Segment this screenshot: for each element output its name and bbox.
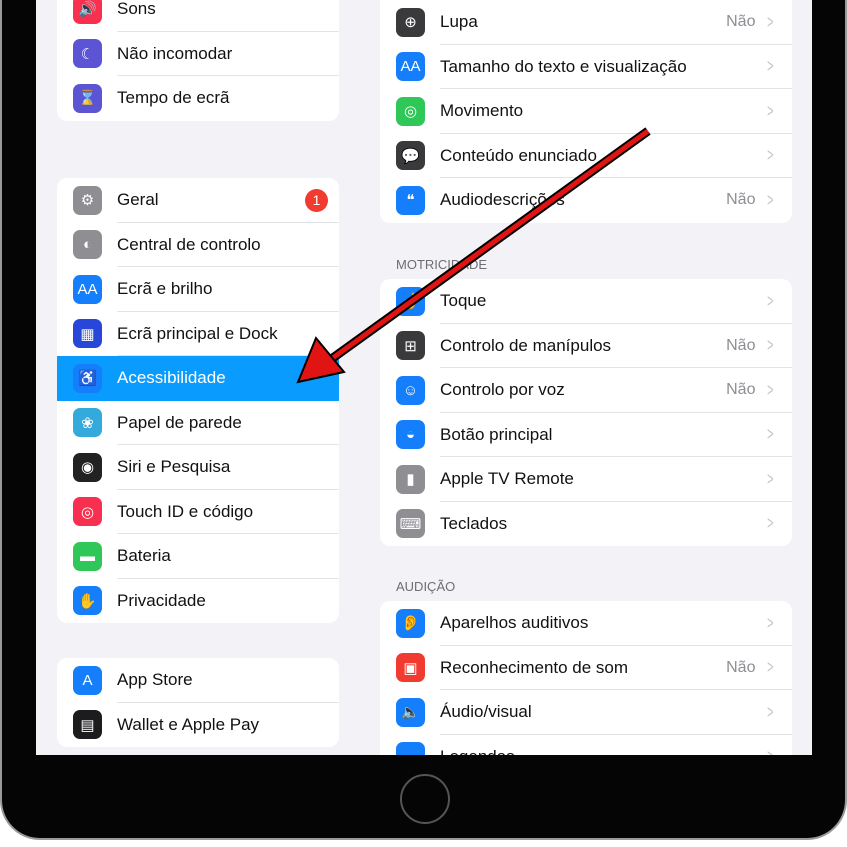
red-arrow-annotation bbox=[296, 127, 651, 384]
